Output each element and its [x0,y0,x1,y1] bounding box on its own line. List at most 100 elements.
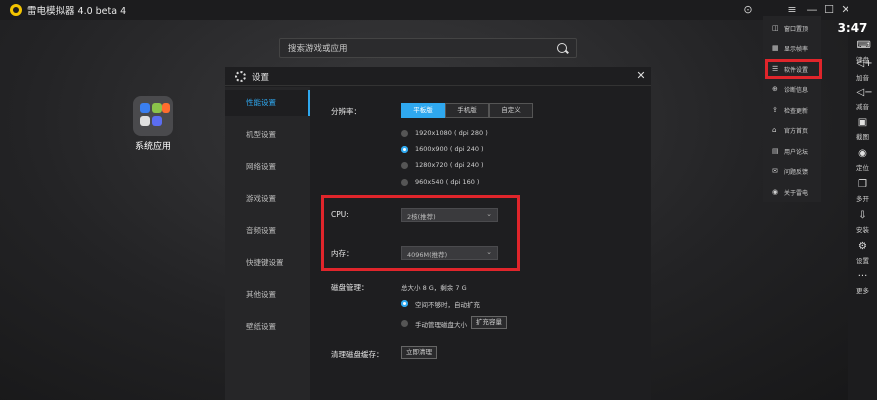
menu-item-label: 关于雷电 [784,190,809,197]
software-settings-highlight [765,59,822,79]
menu-item-label: 窗口置顶 [784,26,809,33]
system-apps-folder[interactable] [133,96,173,136]
menu-item-label: 官方首页 [784,128,809,135]
close-icon[interactable]: ✕ [635,69,647,83]
gear-icon: ⚙ [858,241,867,252]
mode-tablet-button[interactable]: 平板版 [401,103,445,118]
sidebar-item-settings[interactable]: ⚙ 设置 [848,241,877,265]
sidebar-item-label: 更多 [856,287,869,295]
nav-model[interactable]: 机型设置 [225,122,310,148]
install-icon: ⇩ [858,210,867,221]
sidebar-item-label: 定位 [856,164,869,172]
nav-wallpaper[interactable]: 壁纸设置 [225,314,310,340]
menu-item-fps[interactable]: ▦ 显示帧率 [763,38,821,58]
nav-audio[interactable]: 音频设置 [225,218,310,244]
nav-other[interactable]: 其他设置 [225,282,310,308]
screenshot-icon: ▣ [857,117,868,128]
menu-item-homepage[interactable]: ⌂ 官方首页 [763,120,821,140]
disk-auto-label: 空间不够时，自动扩充 [415,301,480,309]
title-bar [0,0,848,20]
dialog-header: 设置 ✕ [225,67,651,86]
volume-up-icon: ◁+ [856,58,873,69]
resolution-option-label: 1600x900 ( dpi 240 ) [415,145,484,153]
nav-performance[interactable]: 性能设置 [225,90,310,116]
mini-app-icon [152,103,162,113]
feedback-icon: ✉ [772,167,778,175]
mini-app-icon [152,116,162,126]
menu-item-label: 显示帧率 [784,46,809,53]
search-box [279,38,577,58]
sidebar-item-install[interactable]: ⇩ 安装 [848,210,877,234]
sidebar-item-screenshot[interactable]: ▣ 截图 [848,117,877,141]
nav-shortcuts[interactable]: 快捷键设置 [225,250,310,276]
sidebar-item-label: 安装 [856,226,869,234]
menu-item-feedback[interactable]: ✉ 问题反馈 [763,161,821,181]
mini-app-icon [140,116,150,126]
menu-item-about[interactable]: ◉ 关于雷电 [763,182,821,202]
sidebar-item-multi-instance[interactable]: ❐ 多开 [848,179,877,203]
cpu-memory-highlight [321,195,520,271]
sidebar-item-location[interactable]: ◉ 定位 [848,148,877,172]
update-icon: ⇪ [772,106,778,114]
nav-network[interactable]: 网络设置 [225,154,310,180]
mini-app-icon [140,103,150,113]
gamepad-icon[interactable]: ⊙ [741,3,755,17]
sidebar-item-more[interactable]: ··· 更多 [848,271,877,295]
expand-capacity-button[interactable]: 扩充容量 [471,316,507,329]
menu-item-label: 用户论坛 [784,149,809,156]
cache-label: 清理磁盘缓存： [331,350,384,359]
sidebar-item-volume-up[interactable]: ◁+ 加音 [848,58,877,82]
nav-game[interactable]: 游戏设置 [225,186,310,212]
location-icon: ◉ [858,148,867,159]
menu-item-label: 检查更新 [784,108,809,115]
forum-icon: ▤ [772,147,779,155]
sidebar-item-label: 设置 [856,257,869,265]
disk-auto-radio[interactable] [401,300,408,307]
about-icon: ◉ [772,188,779,196]
clean-cache-button[interactable]: 立即清理 [401,346,437,359]
multi-window-icon: ❐ [858,179,867,190]
more-icon: ··· [857,271,868,282]
resolution-radio-1600[interactable] [401,146,408,153]
home-icon: ⌂ [772,126,777,134]
window-title: 雷电模拟器 4.0 beta 4 [27,6,127,17]
dialog-title: 设置 [252,73,270,83]
clock: 3:47 [837,21,868,35]
resolution-option-label: 1920x1080 ( dpi 280 ) [415,129,488,137]
resolution-label: 分辨率： [331,107,361,116]
resolution-radio-960[interactable] [401,179,408,186]
mode-custom-button[interactable]: 自定义 [489,103,533,118]
diagnostics-icon: ⊕ [772,85,778,93]
keyboard-icon: ⌨ [856,40,871,51]
menu-icon[interactable]: ≡ [785,3,799,17]
search-input[interactable] [288,42,548,55]
volume-down-icon: ◁− [856,87,873,98]
fps-icon: ▦ [772,44,779,52]
menu-item-diagnostics[interactable]: ⊕ 诊断信息 [763,79,821,99]
menu-item-forum[interactable]: ▤ 用户论坛 [763,141,821,161]
desktop-app-label: 系统应用 [134,142,171,152]
disk-manual-radio[interactable] [401,320,408,327]
settings-nav: 性能设置 机型设置 网络设置 游戏设置 音频设置 快捷键设置 其他设置 壁纸设置 [225,87,310,400]
sidebar-item-volume-down[interactable]: ◁− 减音 [848,87,877,111]
app-menu: ◫ 窗口置顶 ▦ 显示帧率 ☰ 软件设置 ⊕ 诊断信息 ⇪ 检查更新 ⌂ 官方首… [763,16,821,202]
disk-label: 磁盘管理： [331,283,369,292]
menu-item-pin-top[interactable]: ◫ 窗口置顶 [763,18,821,38]
resolution-option-label: 960x540 ( dpi 160 ) [415,178,480,186]
resolution-radio-1920[interactable] [401,130,408,137]
app-logo-icon [10,4,22,16]
disk-summary: 总大小 8 G，剩余 7 G [401,284,467,292]
resolution-radio-1280[interactable] [401,162,408,169]
disk-manual-label: 手动管理磁盘大小 [415,321,467,329]
minimize-icon[interactable]: — [805,3,819,17]
sidebar-item-label: 多开 [856,195,869,203]
pin-icon: ◫ [772,24,779,32]
sidebar-item-label: 减音 [856,103,869,111]
menu-item-check-update[interactable]: ⇪ 检查更新 [763,100,821,120]
search-icon[interactable] [557,43,567,53]
resolution-option-label: 1280x720 ( dpi 240 ) [415,161,484,169]
sidebar-item-label: 加音 [856,74,869,82]
mode-phone-button[interactable]: 手机版 [445,103,489,118]
maximize-icon[interactable]: ☐ [822,3,836,17]
menu-item-label: 问题反馈 [784,169,809,176]
